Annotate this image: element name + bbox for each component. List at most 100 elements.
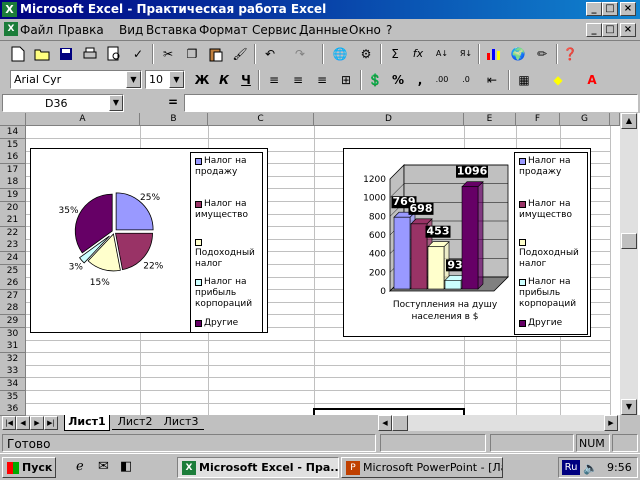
col-header-e[interactable]: E bbox=[464, 113, 516, 126]
col-header-c[interactable]: C bbox=[208, 113, 314, 126]
col-header-a[interactable]: A bbox=[26, 113, 140, 126]
row-header[interactable]: 15 bbox=[0, 138, 26, 152]
chart-wizard-icon[interactable] bbox=[484, 44, 504, 64]
vertical-scrollbar[interactable]: ▲ ▼ bbox=[620, 113, 638, 415]
help-icon[interactable]: ❓ bbox=[560, 44, 580, 64]
row-header[interactable]: 21 bbox=[0, 214, 26, 228]
row-header[interactable]: 35 bbox=[0, 390, 26, 404]
save-icon[interactable] bbox=[56, 44, 76, 64]
row-header[interactable]: 19 bbox=[0, 189, 26, 202]
doc-minimize-button[interactable]: _ bbox=[586, 23, 602, 37]
menu-help[interactable]: ? bbox=[386, 23, 392, 37]
prev-sheet-icon[interactable]: ◀ bbox=[16, 416, 30, 430]
row-header[interactable]: 26 bbox=[0, 277, 26, 291]
sort-descending-icon[interactable]: Я↓ bbox=[456, 44, 476, 64]
italic-button[interactable]: К bbox=[214, 70, 234, 90]
select-all-corner[interactable] bbox=[0, 113, 26, 126]
row-header[interactable]: 24 bbox=[0, 252, 26, 265]
last-sheet-icon[interactable]: ▶| bbox=[44, 416, 58, 430]
borders-icon[interactable]: ▦ bbox=[514, 70, 534, 90]
excel-icon[interactable]: X bbox=[2, 2, 17, 17]
menu-edit[interactable]: Правка bbox=[58, 23, 104, 37]
row-header[interactable]: 22 bbox=[0, 226, 26, 240]
percent-button[interactable]: % bbox=[388, 70, 408, 90]
row-header[interactable]: 32 bbox=[0, 352, 26, 366]
maximize-button[interactable]: □ bbox=[602, 2, 618, 16]
redo-icon[interactable]: ↷ bbox=[290, 44, 310, 64]
row-header[interactable]: 29 bbox=[0, 315, 26, 328]
row-header[interactable]: 20 bbox=[0, 201, 26, 215]
bar-chart[interactable]: 0 200 400 600 800 1000 1200 769 698 453 93 1096 Пос… bbox=[343, 148, 591, 337]
align-left-icon[interactable]: ≡ bbox=[264, 70, 284, 90]
sort-ascending-icon[interactable]: A↓ bbox=[432, 44, 452, 64]
web-toolbar-icon[interactable]: ⚙ bbox=[356, 44, 376, 64]
name-box[interactable]: D36 ▼ bbox=[2, 94, 124, 112]
bold-button[interactable]: Ж bbox=[192, 70, 212, 90]
undo-icon[interactable]: ↶ bbox=[260, 44, 280, 64]
pie-legend[interactable]: Налог на продажу Налог на имущество Подо… bbox=[190, 152, 263, 333]
workbook-icon[interactable]: X bbox=[4, 22, 18, 36]
scroll-up-icon[interactable]: ▲ bbox=[621, 113, 637, 129]
increase-decimal-icon[interactable]: .00 bbox=[432, 70, 452, 90]
underline-button[interactable]: Ч bbox=[236, 70, 256, 90]
fill-color-icon[interactable]: ◆ bbox=[548, 70, 568, 90]
doc-close-button[interactable]: × bbox=[620, 23, 636, 37]
print-icon[interactable] bbox=[80, 44, 100, 64]
decrease-decimal-icon[interactable]: .0 bbox=[456, 70, 476, 90]
hyperlink-icon[interactable]: 🌐 bbox=[330, 44, 350, 64]
menu-window[interactable]: Окно bbox=[349, 23, 381, 37]
desktop-icon[interactable]: ◧ bbox=[120, 459, 136, 475]
scroll-thumb[interactable] bbox=[621, 233, 637, 249]
row-header[interactable]: 34 bbox=[0, 378, 26, 391]
merge-center-icon[interactable]: ⊞ bbox=[336, 70, 356, 90]
chevron-down-icon[interactable]: ▼ bbox=[109, 95, 123, 111]
menu-file[interactable]: Файл bbox=[20, 23, 53, 37]
align-right-icon[interactable]: ≡ bbox=[312, 70, 332, 90]
align-center-icon[interactable]: ≡ bbox=[288, 70, 308, 90]
drawing-icon[interactable]: ✏ bbox=[532, 44, 552, 64]
paste-icon[interactable] bbox=[206, 44, 226, 64]
menu-insert[interactable]: Вставка bbox=[146, 23, 197, 37]
cut-icon[interactable]: ✂ bbox=[158, 44, 178, 64]
font-select[interactable]: Arial Cyr ▼ bbox=[10, 70, 142, 89]
scroll-right-icon[interactable]: ▶ bbox=[604, 415, 618, 431]
chevron-down-icon[interactable]: ▼ bbox=[169, 71, 184, 88]
start-button[interactable]: Пуск bbox=[2, 457, 56, 478]
row-header[interactable]: 25 bbox=[0, 264, 26, 278]
spelling-icon[interactable]: ✓ bbox=[128, 44, 148, 64]
menu-data[interactable]: Данные bbox=[299, 23, 348, 37]
next-sheet-icon[interactable]: ▶ bbox=[30, 416, 44, 430]
row-header[interactable]: 27 bbox=[0, 289, 26, 303]
tab-sheet3[interactable]: Лист3 bbox=[158, 415, 204, 430]
copy-icon[interactable]: ❐ bbox=[182, 44, 202, 64]
function-wizard-icon[interactable]: fx bbox=[408, 44, 428, 64]
new-icon[interactable] bbox=[8, 44, 28, 64]
menu-view[interactable]: Вид bbox=[119, 23, 143, 37]
horizontal-scrollbar[interactable]: ◀ ▶ bbox=[378, 415, 620, 431]
map-icon[interactable]: 🌍 bbox=[508, 44, 528, 64]
tab-sheet1[interactable]: Лист1 bbox=[64, 415, 110, 431]
indent-icon[interactable]: ⇤ bbox=[482, 70, 502, 90]
format-painter-icon[interactable]: 🖌 bbox=[230, 44, 250, 64]
col-header-b[interactable]: B bbox=[140, 113, 208, 126]
task-powerpoint[interactable]: P Microsoft PowerPoint - [Ла... bbox=[341, 457, 503, 478]
outlook-icon[interactable]: ✉ bbox=[98, 459, 114, 475]
task-excel[interactable]: X Microsoft Excel - Пра... bbox=[177, 457, 339, 478]
menu-format[interactable]: Формат bbox=[199, 23, 248, 37]
col-header-f[interactable]: F bbox=[516, 113, 560, 126]
open-folder-icon[interactable] bbox=[32, 44, 52, 64]
font-color-icon[interactable]: A bbox=[582, 70, 602, 90]
font-size-select[interactable]: 10 ▼ bbox=[145, 70, 185, 89]
menu-tools[interactable]: Сервис bbox=[252, 23, 297, 37]
tab-sheet2[interactable]: Лист2 bbox=[112, 415, 158, 430]
scroll-down-icon[interactable]: ▼ bbox=[621, 399, 637, 415]
row-header[interactable]: 16 bbox=[0, 151, 26, 165]
currency-icon[interactable]: 💲 bbox=[365, 70, 385, 90]
minimize-button[interactable]: _ bbox=[586, 2, 602, 16]
row-header[interactable]: 31 bbox=[0, 340, 26, 354]
print-preview-icon[interactable] bbox=[104, 44, 124, 64]
doc-restore-button[interactable]: □ bbox=[602, 23, 618, 37]
row-header[interactable]: 17 bbox=[0, 163, 26, 177]
autosum-icon[interactable]: Σ bbox=[385, 44, 405, 64]
close-button[interactable]: × bbox=[620, 2, 636, 16]
